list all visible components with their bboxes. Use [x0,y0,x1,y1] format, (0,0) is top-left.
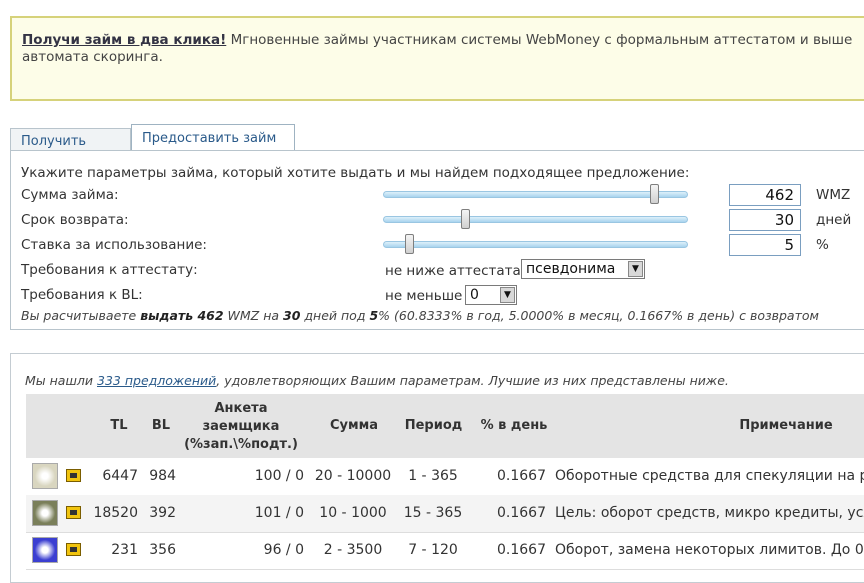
promo-banner: Получи займ в два клика! Мгновенные займ… [10,16,864,101]
cell-period: 15 - 365 [403,505,463,521]
attestat-label: Требования к аттестату: [21,262,198,278]
rate-slider-thumb[interactable] [405,234,414,254]
col-period: Период [404,418,463,433]
avatar [32,463,58,489]
bl-selected: 0 [470,287,479,303]
found-text: , удовлетворяющих Вашим параметрам. Лучш… [216,373,729,388]
rate-input[interactable]: 5 [729,234,801,256]
attestat-badge-icon [66,506,81,519]
attestat-selected: псевдонима [526,261,616,277]
col-anketa: Анкета заемщика (%зап.\%подт.) [176,400,306,454]
summary-amount: выдать 462 [140,308,224,323]
tab-give-loan[interactable]: Предоставить займ [131,124,295,152]
cell-bl: 984 [149,468,176,484]
term-unit: дней [816,212,852,228]
col-tl: TL [110,418,128,433]
term-label: Срок возврата: [21,212,129,228]
banner-link[interactable]: Получи займ в два клика! [22,32,226,48]
summary-text: % (60.8333% в год, 5.0000% в месяц, 0.16… [378,308,819,323]
amount-slider[interactable] [383,184,688,204]
calculation-summary: Вы расчитываете выдать 462 WMZ на 30 дне… [21,308,819,323]
cell-sum: 20 - 10000 [314,468,392,484]
cell-anketa: 101 / 0 [254,505,304,521]
attestat-caption: не ниже аттестата [385,263,521,279]
attestat-badge-icon [66,543,81,556]
col-bl: BL [151,418,171,433]
chevron-down-icon[interactable]: ▼ [500,287,515,303]
banner-text: Получи займ в два клика! Мгновенные займ… [22,32,864,66]
rate-label: Ставка за использование: [21,237,207,253]
cell-bl: 356 [149,542,176,558]
avatar [32,500,58,526]
results-found: Мы нашли 333 предложений, удовлетворяющи… [25,373,729,388]
amount-input[interactable]: 462 [729,184,801,206]
cell-bl: 392 [149,505,176,521]
table-row[interactable]: 6447 984 100 / 0 20 - 10000 1 - 365 0.16… [26,458,864,496]
tab-get-loan[interactable]: Получить займ [10,128,131,174]
cell-note: Оборот, замена некоторых лимитов. До 0. [555,542,864,558]
summary-rate: 5 [369,308,379,323]
bl-select[interactable]: 0 ▼ [465,285,517,305]
avatar [32,537,58,563]
banner-description: Мгновенные займы участникам системы WebM… [226,32,853,48]
summary-text: Вы расчитываете [21,308,141,323]
col-anketa-line3: (%зап.\%подт.) [184,437,298,452]
results-panel: Мы нашли 333 предложений, удовлетворяющи… [10,353,864,583]
amount-slider-thumb[interactable] [650,184,659,204]
cell-note: Оборотные средства для спекуляции на р [555,468,864,484]
cell-period: 7 - 120 [408,542,458,558]
amount-unit: WMZ [816,187,851,203]
cell-sum: 2 - 3500 [323,542,383,558]
summary-text: WMZ на [223,308,284,323]
amount-label: Сумма займа: [21,187,119,203]
term-slider[interactable] [383,209,688,229]
table-row[interactable]: 231 356 96 / 0 2 - 3500 7 - 120 0.1667 О… [26,532,864,570]
table-header: TL BL Анкета заемщика (%зап.\%подт.) Сум… [26,394,864,458]
loan-params-panel: Укажите параметры займа, который хотите … [10,150,864,330]
cell-pct: 0.1667 [497,505,546,521]
cell-pct: 0.1667 [497,542,546,558]
rate-slider[interactable] [383,234,688,254]
summary-text: дней под [300,308,370,323]
cell-tl: 18520 [93,505,138,521]
chevron-down-icon[interactable]: ▼ [628,261,643,277]
attestat-select[interactable]: псевдонима ▼ [521,259,645,279]
cell-anketa: 96 / 0 [263,542,304,558]
rate-unit: % [816,237,829,253]
bl-caption: не меньше [385,288,463,304]
offers-count-link[interactable]: 333 предложений [97,373,216,388]
term-slider-thumb[interactable] [461,209,470,229]
cell-tl: 231 [111,542,138,558]
cell-sum: 10 - 1000 [319,505,387,521]
attestat-badge-icon [66,469,81,482]
col-sum: Сумма [329,418,379,433]
found-text: Мы нашли [25,373,97,388]
bl-label: Требования к BL: [21,287,143,303]
cell-anketa: 100 / 0 [254,468,304,484]
col-pct: % в день [480,418,548,433]
cell-note: Цель: оборот средств, микро кредиты, усл [555,505,864,521]
banner-description-line2: автомата скоринга. [22,49,163,65]
form-intro: Укажите параметры займа, который хотите … [21,165,690,181]
col-anketa-line1: Анкета [214,401,268,416]
cell-tl: 6447 [102,468,138,484]
table-row[interactable]: 18520 392 101 / 0 10 - 1000 15 - 365 0.1… [26,495,864,533]
cell-pct: 0.1667 [497,468,546,484]
col-anketa-line2: заемщика [202,419,280,434]
col-note: Примечание [739,418,833,433]
cell-period: 1 - 365 [408,468,458,484]
summary-days: 30 [283,308,301,323]
term-input[interactable]: 30 [729,209,801,231]
